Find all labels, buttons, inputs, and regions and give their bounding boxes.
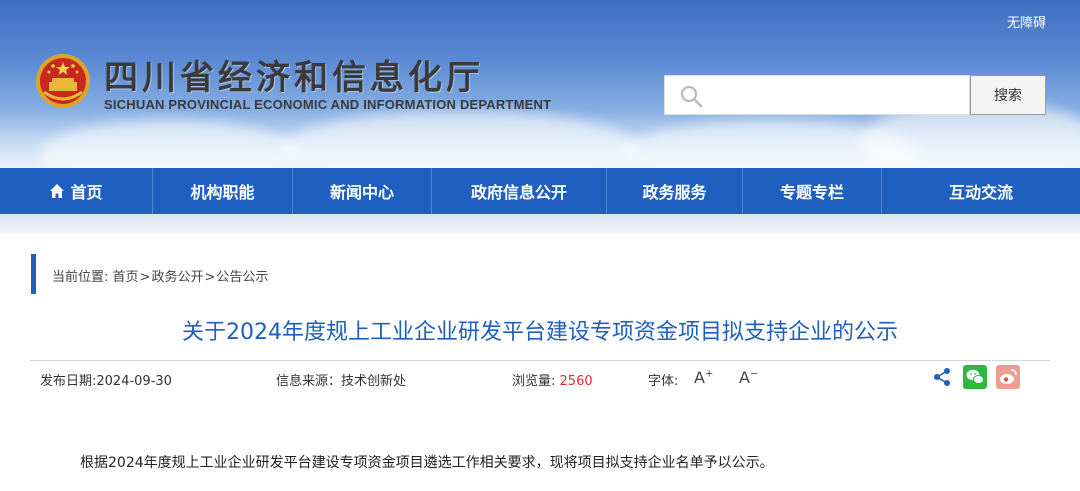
article-body: 根据2024年度规上工业企业研发平台建设专项资金项目遴选工作相关要求，现将项目拟…: [80, 455, 774, 471]
view-count-value: 2560: [559, 374, 593, 389]
nav-item-organization[interactable]: 机构职能: [153, 168, 293, 214]
nav-item-services[interactable]: 政务服务: [607, 168, 743, 214]
nav-item-gov-info[interactable]: 政府信息公开: [432, 168, 607, 214]
home-icon: [50, 184, 65, 198]
nav-item-news[interactable]: 新闻中心: [293, 168, 432, 214]
publish-date-label: 发布日期:: [40, 374, 97, 389]
nav-item-label: 机构职能: [190, 183, 255, 202]
breadcrumb-separator: >: [139, 270, 151, 285]
article-title: 关于2024年度规上工业企业研发平台建设专项资金项目拟支持企业的公示: [182, 320, 898, 345]
national-emblem-icon: [36, 54, 90, 108]
view-count: 浏览量: 2560: [512, 370, 593, 389]
publish-date-value: 2024-09-30: [96, 374, 172, 389]
main-nav: 首页 机构职能 新闻中心 政府信息公开 政务服务 专题专栏 互动交流: [0, 168, 1080, 214]
breadcrumb-item-gov-affairs[interactable]: 政务公开: [151, 270, 203, 285]
nav-item-label: 新闻中心: [329, 183, 394, 202]
meta-divider: [30, 360, 1050, 361]
search-input[interactable]: [711, 76, 965, 114]
breadcrumb-separator: >: [204, 270, 216, 285]
main-content: 当前位置: 首页>政务公开>公告公示 关于2024年度规上工业企业研发平台建设专…: [0, 234, 1080, 491]
info-source: 信息来源：技术创新处: [276, 370, 406, 389]
wechat-icon[interactable]: [963, 365, 987, 389]
nav-item-label: 互动交流: [948, 183, 1013, 202]
info-source-label: 信息来源：: [276, 374, 342, 389]
font-decrease-button[interactable]: A−: [739, 368, 758, 387]
nav-item-interaction[interactable]: 互动交流: [882, 168, 1080, 214]
breadcrumb-prefix: 当前位置:: [52, 270, 109, 285]
font-increase-label: A: [694, 368, 705, 387]
weibo-icon[interactable]: [996, 365, 1020, 389]
accessibility-link[interactable]: 无障碍: [1007, 12, 1046, 31]
site-header: 无障碍 四川省经济和信息化厅 SICHUAN PROVINCIAL ECONOM…: [0, 0, 1080, 168]
nav-item-label: 政府信息公开: [470, 183, 567, 202]
breadcrumb-item-announcements[interactable]: 公告公示: [216, 270, 268, 285]
breadcrumb-item-home[interactable]: 首页: [113, 270, 139, 285]
search-box: [664, 75, 970, 115]
publish-date: 发布日期:2024-09-30: [40, 370, 172, 389]
cloud-decoration: [280, 110, 640, 168]
nav-item-home[interactable]: 首页: [0, 168, 153, 214]
share-icon[interactable]: [930, 365, 954, 389]
search-icon: [680, 85, 703, 108]
info-source-value: 技术创新处: [341, 374, 407, 389]
font-increase-button[interactable]: A+: [694, 368, 713, 387]
search-button[interactable]: 搜索: [970, 75, 1046, 115]
minus-icon: −: [749, 368, 759, 380]
font-size-label: 字体:: [648, 374, 679, 389]
site-title: 四川省经济和信息化厅: [104, 58, 484, 98]
nav-item-label: 首页: [70, 183, 103, 202]
breadcrumb-accent-bar: [31, 254, 36, 294]
site-subtitle: SICHUAN PROVINCIAL ECONOMIC AND INFORMAT…: [104, 97, 552, 112]
decorative-band: [0, 214, 1080, 234]
font-decrease-label: A: [739, 368, 750, 387]
plus-icon: +: [704, 368, 714, 380]
nav-item-label: 政务服务: [642, 183, 707, 202]
breadcrumb: 当前位置: 首页>政务公开>公告公示: [52, 266, 268, 285]
nav-item-label: 专题专栏: [779, 183, 844, 202]
view-count-label: 浏览量:: [512, 374, 556, 389]
cloud-decoration: [40, 120, 300, 168]
nav-item-topics[interactable]: 专题专栏: [743, 168, 882, 214]
